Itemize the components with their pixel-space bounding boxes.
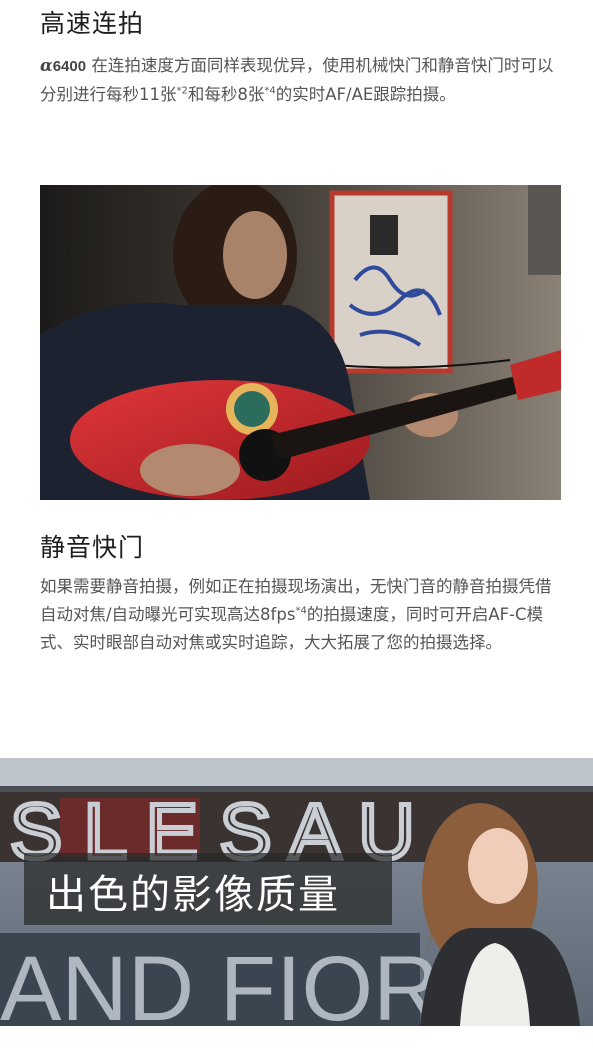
footnote-ref: *4 <box>295 605 307 617</box>
section-text-burst: α6400 在连拍速度方面同样表现优异，使用机械快门和静音快门时可以分别进行每秒… <box>40 52 562 109</box>
guitarist-illustration <box>40 185 561 500</box>
section-text-silent: 如果需要静音拍摄，例如正在拍摄现场演出，无快门音的静音拍摄凭借自动对焦/自动曝光… <box>40 573 562 657</box>
guitarist-photo <box>40 185 561 500</box>
section-title-silent: 静音快门 <box>40 533 145 562</box>
poster-text: AND FIOR <box>0 938 440 1026</box>
footnote-ref: *2 <box>176 85 188 97</box>
model-number: 6400 <box>52 58 87 75</box>
banner-title: 出色的影像质量 <box>46 872 340 918</box>
section-title-burst: 高速连拍 <box>40 9 145 38</box>
model-symbol: α <box>40 56 53 75</box>
burst-text-b: 和每秒8张 <box>187 85 265 104</box>
footnote-ref: *4 <box>264 85 276 97</box>
burst-text-c: 的实时AF/AE跟踪拍摄。 <box>275 85 456 104</box>
